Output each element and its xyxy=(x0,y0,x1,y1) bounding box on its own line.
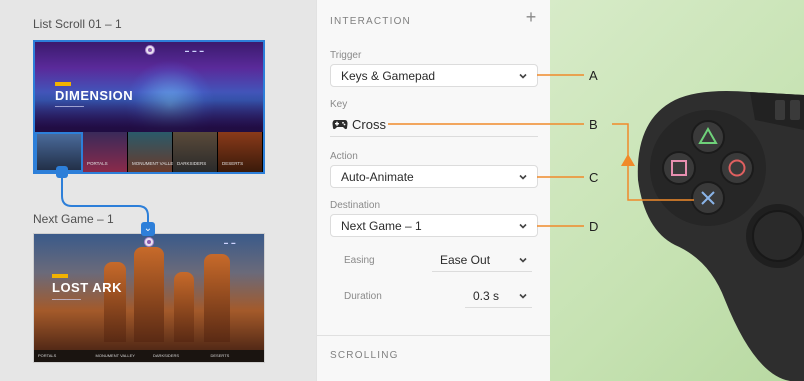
strip-item[interactable]: DESERTS xyxy=(207,350,265,362)
trigger-label: Trigger xyxy=(330,50,362,61)
destination-value: Next Game – 1 xyxy=(341,219,422,233)
destination-label: Destination xyxy=(330,200,381,211)
trigger-dropdown[interactable]: Keys & Gamepad xyxy=(330,64,538,87)
easing-select[interactable]: Ease Out xyxy=(432,250,532,272)
action-dropdown[interactable]: Auto-Animate xyxy=(330,165,538,188)
easing-label: Easing xyxy=(344,255,375,266)
duration-select[interactable]: 0.3 s xyxy=(465,286,532,308)
circle-button xyxy=(720,151,754,185)
hero-tag xyxy=(52,274,68,278)
gamepad-icon xyxy=(332,120,348,130)
thumbnail-item[interactable]: PORTALS xyxy=(83,132,128,172)
key-field[interactable]: Cross xyxy=(330,113,538,137)
rock-spire xyxy=(104,262,126,342)
triangle-button xyxy=(691,120,725,154)
artboard-next-game[interactable]: ▬ ▬ LOST ARK ━━━━━━━━━━━━ PORTALS MONUME… xyxy=(33,233,265,363)
duration-label: Duration xyxy=(344,291,382,302)
rock-spire xyxy=(174,272,194,342)
square-button xyxy=(662,151,696,185)
hero-title: DIMENSION xyxy=(55,88,134,103)
artboard-nav: ▬ ▬ ▬ xyxy=(185,48,204,53)
thumbnail-item[interactable]: DARKSIDERS xyxy=(173,132,218,172)
strip-item[interactable]: PORTALS xyxy=(34,350,92,362)
callout-label-b: B xyxy=(589,117,598,132)
avatar xyxy=(145,45,155,55)
artboard-title-list-scroll[interactable]: List Scroll 01 – 1 xyxy=(33,17,122,31)
gamepad-illustration xyxy=(637,91,804,381)
artboard-title-next-game[interactable]: Next Game – 1 xyxy=(33,212,114,226)
action-value: Auto-Animate xyxy=(341,170,414,184)
trigger-value: Keys & Gamepad xyxy=(341,69,436,83)
destination-dropdown[interactable]: Next Game – 1 xyxy=(330,214,538,237)
illustration-area xyxy=(550,0,804,381)
scrolling-section-title[interactable]: SCROLLING xyxy=(330,350,399,361)
thumbnail-strip: PORTALS MONUMENT VALLEY DARKSIDERS DESER… xyxy=(34,350,264,362)
hero-subtitle: ━━━━━━━━━━━━ xyxy=(55,104,84,109)
chevron-down-icon xyxy=(519,223,527,229)
chevron-down-icon xyxy=(519,293,527,299)
thumbnail-item[interactable]: DESERTS xyxy=(218,132,263,172)
avatar xyxy=(144,237,154,247)
artboard-nav: ▬ ▬ xyxy=(224,240,236,245)
callout-label-c: C xyxy=(589,170,599,185)
easing-value: Ease Out xyxy=(440,253,491,267)
rock-spire xyxy=(204,254,230,342)
interaction-section-title: INTERACTION xyxy=(330,16,411,27)
thumbnail-list: PORTALS MONUMENT VALLEY DARKSIDERS DESER… xyxy=(35,132,263,172)
action-label: Action xyxy=(330,151,358,162)
hero-tag xyxy=(55,82,71,86)
chevron-down-icon[interactable]: ⌄ xyxy=(141,222,155,236)
key-value: Cross xyxy=(352,117,386,132)
callout-label-d: D xyxy=(589,219,599,234)
thumbnail-item[interactable]: MONUMENT VALLEY xyxy=(128,132,176,172)
chevron-down-icon xyxy=(519,73,527,79)
hero-title: LOST ARK xyxy=(52,280,122,295)
artboard-list-scroll[interactable]: ▬ ▬ ▬ DIMENSION ━━━━━━━━━━━━ PORTALS MON… xyxy=(33,40,265,174)
property-inspector: INTERACTION + Trigger Keys & Gamepad Key… xyxy=(316,0,551,381)
hero-subtitle: ━━━━━━━━━━━━ xyxy=(52,297,81,302)
chevron-down-icon xyxy=(519,257,527,263)
interaction-connector-handle[interactable] xyxy=(56,166,68,178)
design-canvas[interactable]: List Scroll 01 – 1 ▬ ▬ ▬ DIMENSION ━━━━━… xyxy=(0,0,316,381)
callout-label-a: A xyxy=(589,68,598,83)
rock-spire xyxy=(134,247,164,342)
strip-item[interactable]: DARKSIDERS xyxy=(149,350,207,362)
section-divider xyxy=(317,335,551,336)
plus-icon[interactable]: + xyxy=(524,8,538,26)
key-label: Key xyxy=(330,99,348,110)
duration-value: 0.3 s xyxy=(473,289,500,303)
strip-item[interactable]: MONUMENT VALLEY xyxy=(92,350,150,362)
chevron-down-icon xyxy=(519,174,527,180)
